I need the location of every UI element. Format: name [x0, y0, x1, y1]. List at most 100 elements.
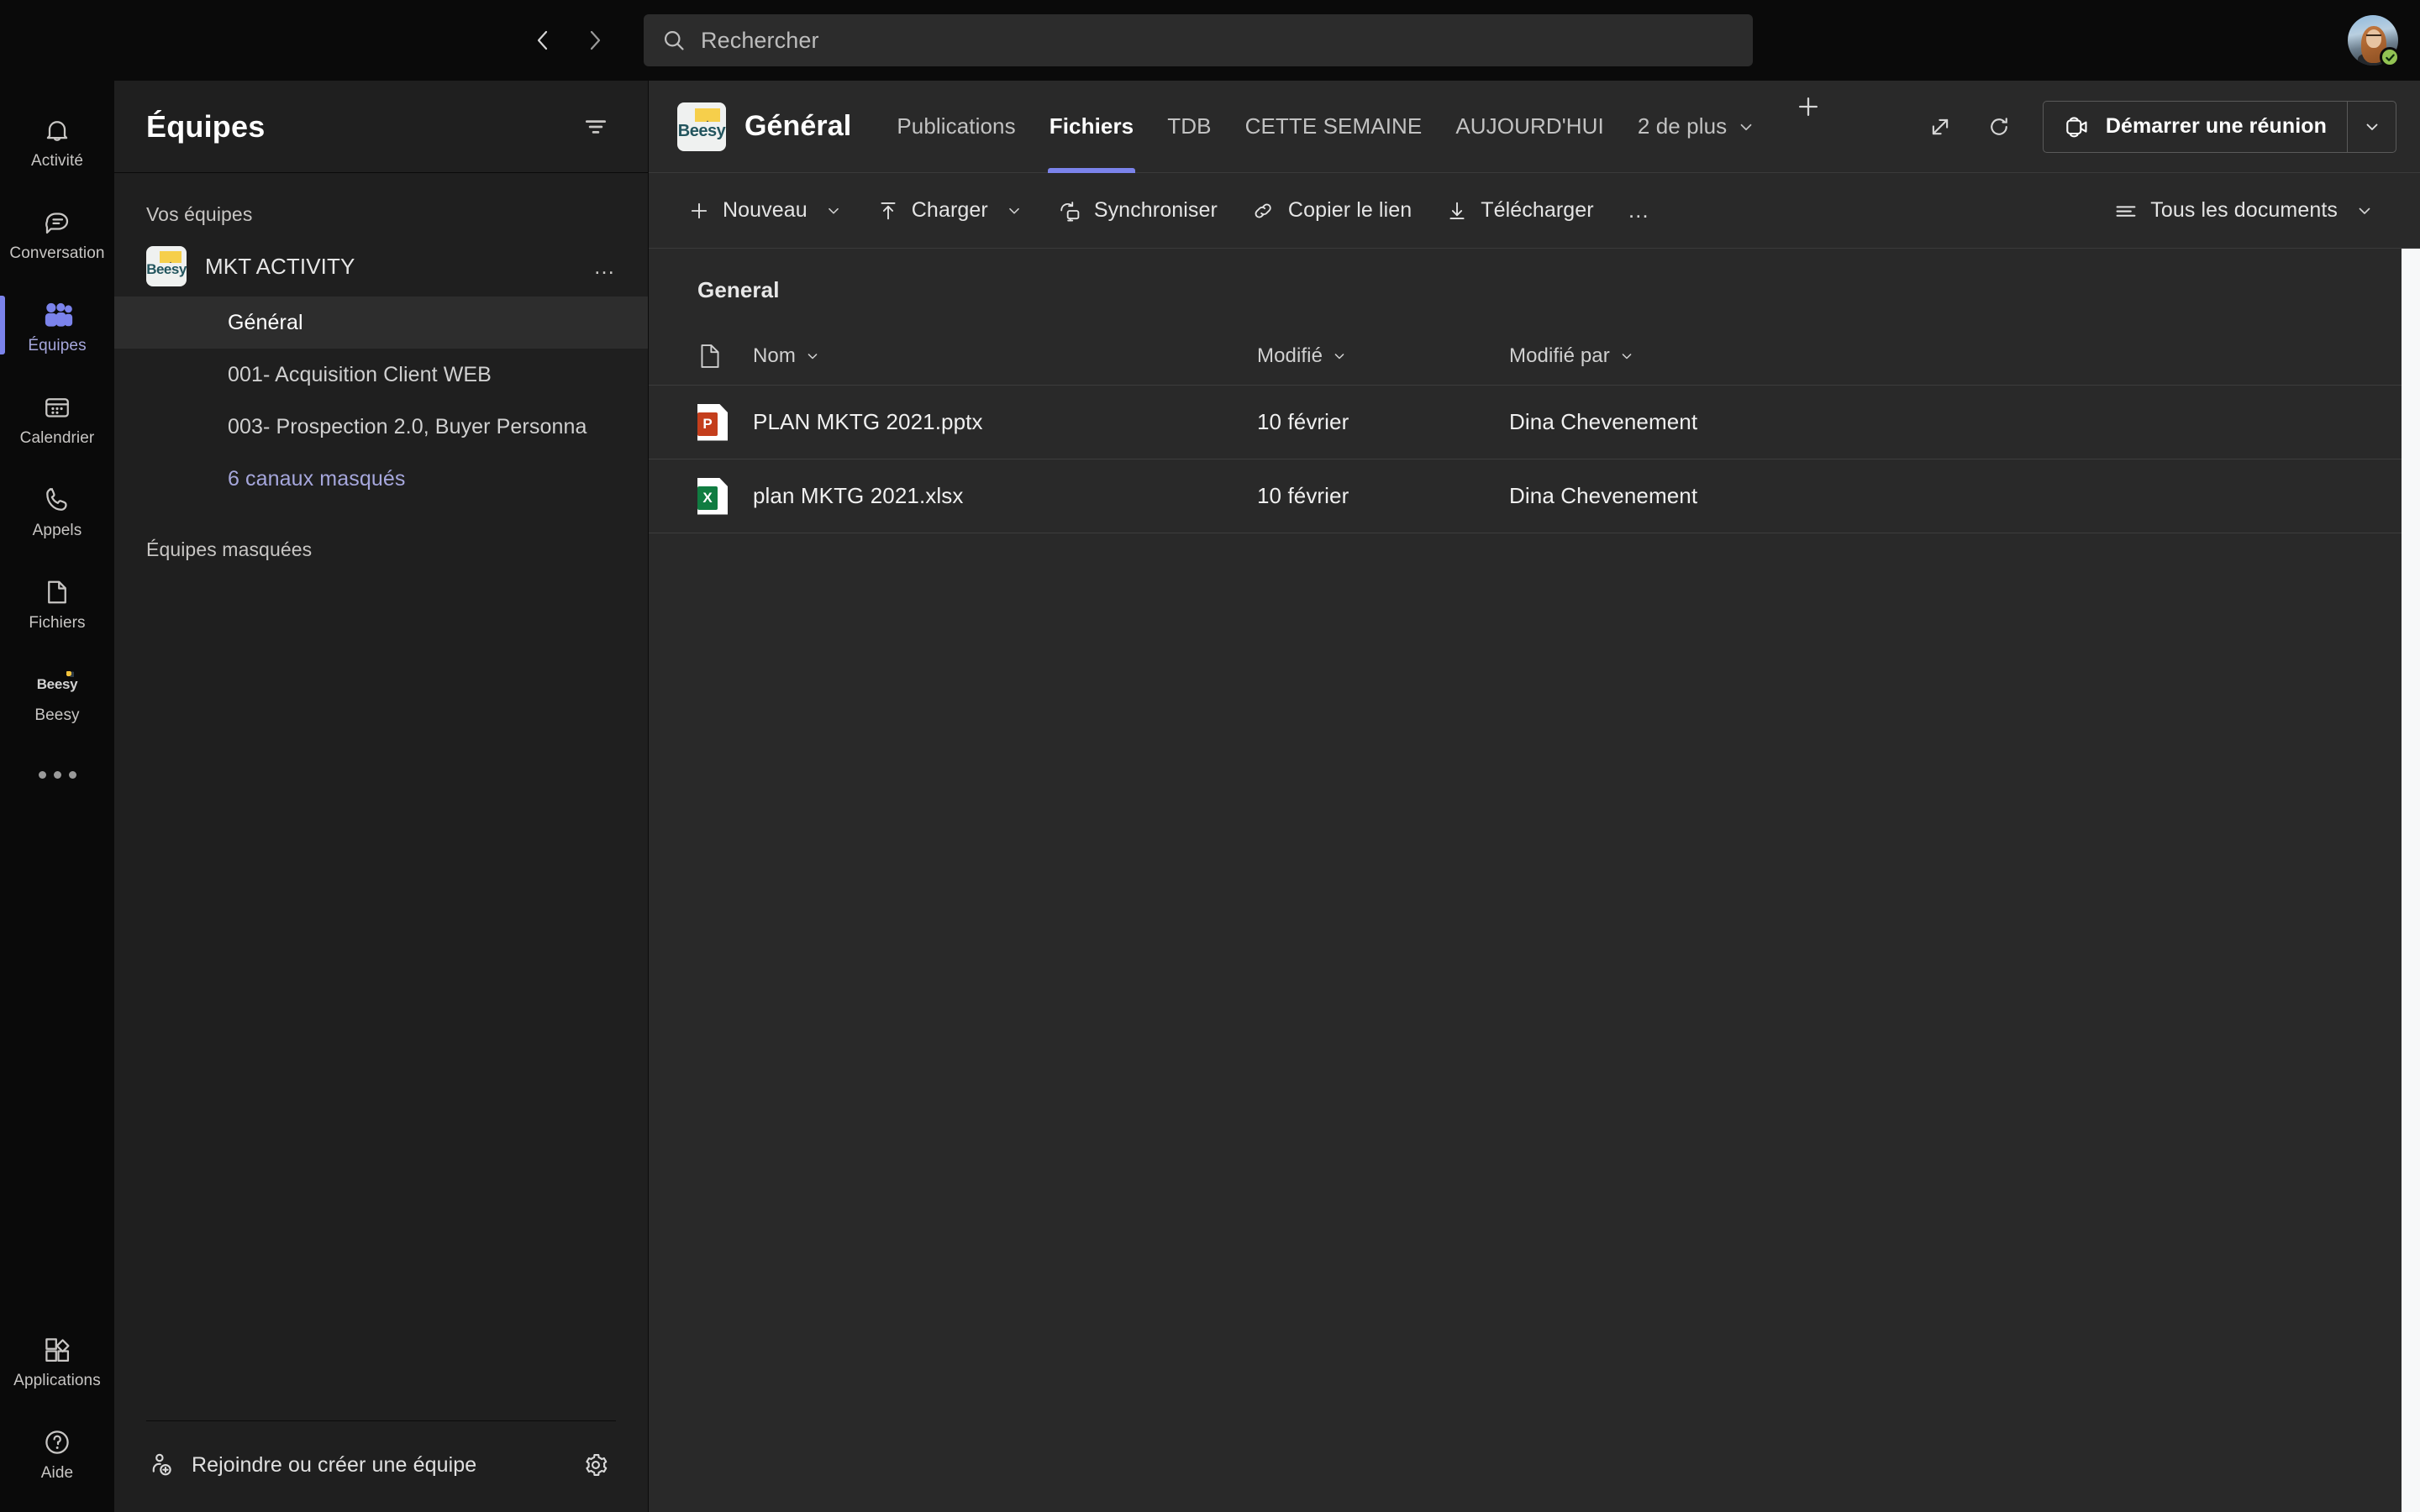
- teams-panel-footer: Rejoindre ou créer une équipe: [114, 1420, 648, 1512]
- column-header-modified-by[interactable]: Modifié par: [1509, 344, 1862, 368]
- avatar-glasses: [2366, 34, 2381, 39]
- bell-icon: [42, 113, 72, 148]
- chevron-down-icon: [1622, 353, 1632, 359]
- channel-avatar-text: Beesy: [677, 121, 726, 140]
- navigation-arrows: [521, 18, 617, 62]
- channel-item-001-acquisition-client-web[interactable]: 001- Acquisition Client WEB: [114, 349, 648, 401]
- column-header-file-type[interactable]: [697, 341, 753, 371]
- open-in-new-window-button[interactable]: [1917, 103, 1964, 150]
- group-label-your-teams: Vos équipes: [146, 203, 253, 225]
- column-header-modified[interactable]: Modifié: [1257, 344, 1509, 368]
- files-overflow-button[interactable]: …: [1611, 185, 1670, 237]
- breadcrumb-general[interactable]: General: [697, 277, 780, 302]
- rail-top-group: Activité Conversation Équipes Calendrier…: [0, 81, 114, 808]
- add-tab-button[interactable]: [1782, 81, 1834, 133]
- channel-label: Général: [228, 310, 303, 334]
- file-name[interactable]: PLAN MKTG 2021.pptx: [753, 409, 983, 435]
- sync-button[interactable]: Synchroniser: [1040, 185, 1234, 237]
- meeting-options-dropdown[interactable]: [2347, 101, 2396, 152]
- teams-app-window: Rechercher Activité Conversation Équipes…: [0, 0, 2420, 1512]
- team-item-mkt-activity[interactable]: Beesy MKT ACTIVITY …: [114, 236, 648, 297]
- tab-label: CETTE SEMAINE: [1244, 113, 1423, 139]
- search-input[interactable]: Rechercher: [644, 14, 1753, 66]
- sidebar-item-applications[interactable]: Applications: [0, 1314, 114, 1406]
- page-title: Équipes: [146, 108, 266, 144]
- active-indicator: [0, 296, 5, 354]
- column-header-modified-label: Modifié: [1257, 344, 1323, 367]
- settings-button[interactable]: [574, 1443, 618, 1487]
- bee-icon: [160, 251, 182, 263]
- start-meeting-button[interactable]: Démarrer une réunion: [2044, 102, 2347, 152]
- file-name[interactable]: plan MKTG 2021.xlsx: [753, 483, 963, 509]
- refresh-icon: [1991, 117, 2007, 135]
- view-selector-button[interactable]: Tous les documents: [2096, 185, 2391, 237]
- sidebar-item-activite[interactable]: Activité: [0, 94, 114, 186]
- sidebar-item-appels[interactable]: Appels: [0, 464, 114, 556]
- list-view-icon: [2113, 200, 2139, 222]
- download-button-label: Télécharger: [1481, 198, 1594, 222]
- vertical-scrollbar[interactable]: [2402, 249, 2420, 1512]
- main-content: Beesy Général Publications Fichiers TDB …: [649, 81, 2420, 1512]
- join-or-create-team-button[interactable]: Rejoindre ou créer une équipe: [192, 1453, 557, 1478]
- sidebar-item-fichiers[interactable]: Fichiers: [0, 556, 114, 648]
- files-area: General Nom Modifié Modifié par P PLAN M…: [649, 249, 2420, 1512]
- file-modified: 10 février: [1257, 409, 1349, 434]
- group-label-hidden-teams: Équipes masquées: [146, 538, 313, 560]
- files-toolbar-right: Tous les documents: [2096, 185, 2391, 237]
- sidebar-item-beesy[interactable]: Beesy Beesy: [0, 648, 114, 741]
- tab-publications[interactable]: Publications: [880, 81, 1032, 173]
- rail-more-button[interactable]: [0, 741, 114, 808]
- back-button[interactable]: [521, 18, 565, 62]
- tab-more[interactable]: 2 de plus: [1621, 81, 1772, 173]
- link-icon: [1251, 199, 1276, 223]
- tab-aujourdhui[interactable]: AUJOURD'HUI: [1439, 81, 1621, 173]
- tab-fichiers[interactable]: Fichiers: [1033, 81, 1151, 173]
- team-more-options-button[interactable]: …: [593, 254, 623, 280]
- teams-panel-header: Équipes: [114, 81, 648, 173]
- chevron-down-icon: [2354, 201, 2375, 221]
- new-button[interactable]: Nouveau: [671, 185, 860, 237]
- teams-panel-scroll[interactable]: Vos équipes Beesy MKT ACTIVITY … Général…: [114, 173, 648, 1420]
- team-avatar-text: Beesy: [146, 261, 187, 277]
- sidebar-item-aide[interactable]: Aide: [0, 1406, 114, 1499]
- filter-button[interactable]: [574, 105, 618, 149]
- tab-label: TDB: [1167, 113, 1212, 139]
- rail-label: Appels: [32, 521, 82, 539]
- hidden-channels-link[interactable]: 6 canaux masqués: [114, 453, 648, 505]
- download-button[interactable]: Télécharger: [1428, 185, 1611, 237]
- file-icon-letter: X: [697, 486, 718, 510]
- user-avatar-button[interactable]: [2348, 15, 2400, 67]
- rail-label: Équipes: [28, 336, 87, 354]
- breadcrumb: General: [649, 249, 2420, 327]
- file-modified-by: Dina Chevenement: [1509, 409, 1698, 434]
- table-row[interactable]: P PLAN MKTG 2021.pptx 10 février Dina Ch…: [649, 386, 2420, 459]
- forward-button[interactable]: [573, 18, 617, 62]
- tab-tdb[interactable]: TDB: [1150, 81, 1228, 173]
- hidden-channels-label: 6 canaux masqués: [228, 466, 406, 491]
- column-header-name[interactable]: Nom: [753, 344, 1257, 368]
- tab-cette-semaine[interactable]: CETTE SEMAINE: [1228, 81, 1439, 173]
- column-header-modified-by-label: Modifié par: [1509, 344, 1610, 367]
- table-row[interactable]: X plan MKTG 2021.xlsx 10 février Dina Ch…: [649, 459, 2420, 533]
- sidebar-item-calendrier[interactable]: Calendrier: [0, 371, 114, 464]
- chevron-right-icon: [590, 30, 601, 50]
- refresh-button[interactable]: [1975, 103, 2023, 150]
- rail-label: Applications: [13, 1371, 101, 1389]
- file-modified: 10 février: [1257, 483, 1349, 508]
- copy-link-button[interactable]: Copier le lien: [1234, 185, 1428, 237]
- sync-icon: [1057, 199, 1082, 223]
- channel-title: Général: [744, 110, 852, 142]
- expand-diagonal-icon: [1932, 118, 1948, 134]
- rail-bottom-group: Applications Aide: [0, 1314, 114, 1512]
- sync-button-label: Synchroniser: [1093, 198, 1218, 222]
- app-body: Activité Conversation Équipes Calendrier…: [0, 81, 2420, 1512]
- chat-icon: [42, 205, 72, 240]
- channel-item-general[interactable]: Général: [114, 297, 648, 349]
- file-modified-by: Dina Chevenement: [1509, 483, 1698, 508]
- avatar-face: [2366, 29, 2381, 48]
- rail-label: Conversation: [9, 244, 105, 262]
- channel-item-003-prospection[interactable]: 003- Prospection 2.0, Buyer Personna: [114, 401, 648, 453]
- sidebar-item-equipes[interactable]: Équipes: [0, 279, 114, 371]
- upload-button[interactable]: Charger: [860, 185, 1040, 237]
- sidebar-item-conversation[interactable]: Conversation: [0, 186, 114, 279]
